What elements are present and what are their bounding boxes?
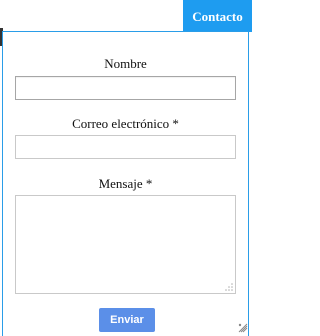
contact-tab[interactable]: Contacto (183, 0, 252, 32)
send-button[interactable]: Enviar (99, 308, 155, 332)
contact-page: Contacto Nombre Correo electrónico * Men… (0, 0, 252, 336)
resize-grip-icon[interactable] (225, 283, 233, 291)
name-label: Nombre (104, 56, 147, 71)
name-field[interactable] (15, 76, 236, 100)
email-label: Correo electrónico * (72, 116, 179, 131)
message-textarea[interactable] (15, 195, 236, 294)
message-label: Mensaje * (98, 176, 153, 191)
contact-form-panel: Nombre Correo electrónico * Mensaje * En… (2, 31, 249, 336)
drag-handle-icon[interactable] (237, 322, 249, 334)
email-field[interactable] (15, 135, 236, 159)
